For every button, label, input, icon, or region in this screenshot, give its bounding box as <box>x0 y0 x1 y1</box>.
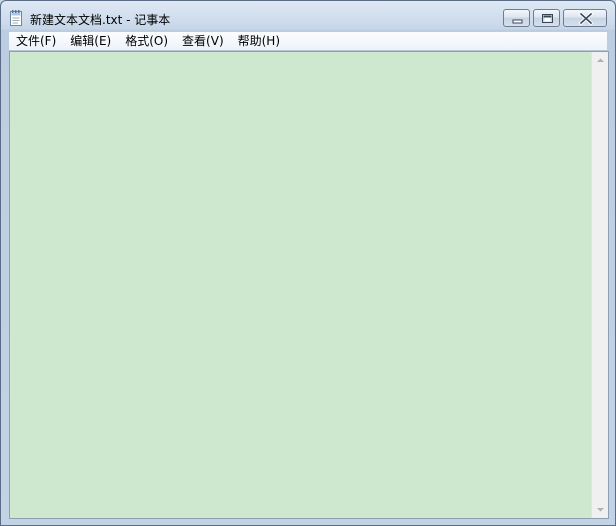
maximize-icon <box>542 14 553 23</box>
close-button[interactable] <box>563 9 607 27</box>
minimize-button[interactable] <box>503 9 530 27</box>
editor-frame <box>9 51 609 519</box>
text-editor-area[interactable] <box>10 52 591 518</box>
menu-help[interactable]: 帮助(H) <box>231 32 287 50</box>
scroll-track[interactable] <box>592 69 608 501</box>
vertical-scrollbar[interactable] <box>591 52 608 518</box>
title-bar[interactable]: 新建文本文档.txt - 记事本 <box>1 1 615 31</box>
minimize-icon <box>512 19 523 24</box>
scroll-down-button[interactable] <box>592 501 609 518</box>
scroll-up-button[interactable] <box>592 52 609 69</box>
menu-edit[interactable]: 编辑(E) <box>63 32 118 50</box>
window-bottom-border[interactable] <box>1 517 615 525</box>
notepad-window: 新建文本文档.txt - 记事本 文件(F) 编辑(E) 格式(O) 查看(V)… <box>0 0 616 526</box>
menu-format[interactable]: 格式(O) <box>118 32 175 50</box>
close-icon <box>578 11 594 26</box>
scroll-up-arrow-icon <box>597 58 604 62</box>
menu-file[interactable]: 文件(F) <box>9 32 63 50</box>
maximize-button[interactable] <box>533 9 560 27</box>
window-title: 新建文本文档.txt - 记事本 <box>30 13 171 27</box>
menu-bar: 文件(F) 编辑(E) 格式(O) 查看(V) 帮助(H) <box>9 32 607 51</box>
menu-view[interactable]: 查看(V) <box>175 32 231 50</box>
caption-buttons <box>503 9 607 29</box>
notepad-icon[interactable] <box>10 10 23 26</box>
scroll-down-arrow-icon <box>597 508 604 512</box>
